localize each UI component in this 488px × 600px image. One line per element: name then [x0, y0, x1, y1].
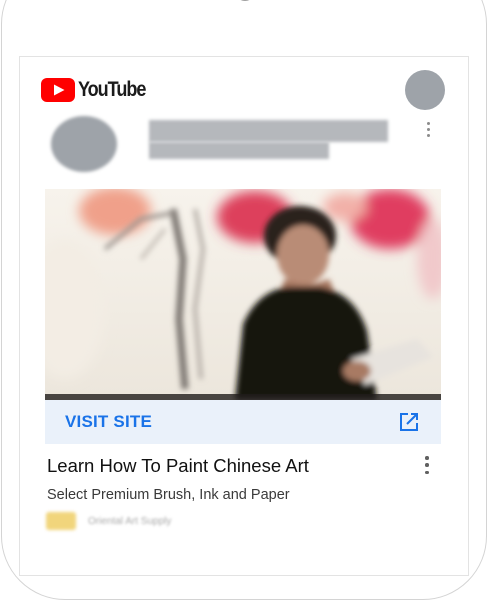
video-thumbnail-image [45, 189, 441, 400]
ad-headline[interactable]: Learn How To Paint Chinese Art [47, 455, 309, 477]
video-thumbnail[interactable] [45, 189, 441, 400]
ad-badge [46, 512, 76, 530]
visit-site-label: VISIT SITE [65, 412, 153, 431]
channel-avatar[interactable] [51, 116, 117, 172]
youtube-wordmark: YouTube [78, 78, 146, 101]
advertiser-domain[interactable]: Oriental Art Supply [88, 516, 171, 527]
youtube-logo: YouTube [41, 78, 156, 102]
more-vertical-icon[interactable] [427, 122, 430, 137]
account-avatar[interactable] [405, 70, 445, 110]
front-camera-icon [235, 0, 255, 1]
ad-description: Select Premium Brush, Ink and Paper [47, 487, 290, 503]
visit-site-button[interactable]: VISIT SITE [45, 400, 441, 444]
youtube-play-icon [41, 78, 75, 102]
channel-subtitle-placeholder [149, 142, 329, 159]
channel-name-placeholder [149, 120, 388, 142]
more-vertical-icon[interactable] [425, 456, 429, 474]
open-in-new-icon [400, 413, 418, 431]
